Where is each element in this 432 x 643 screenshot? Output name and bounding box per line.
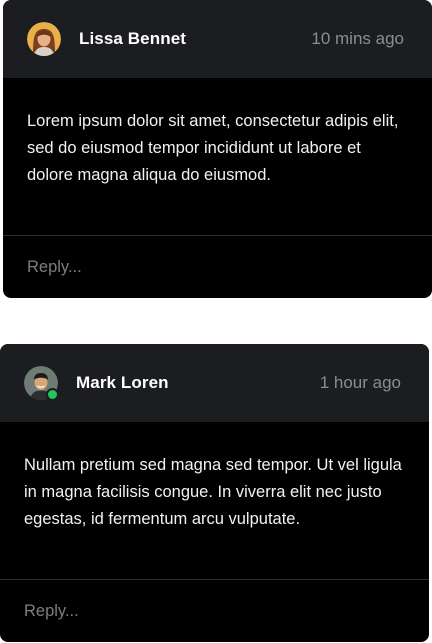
comment-card: Mark Loren 1 hour ago Nullam pretium sed… — [0, 344, 429, 642]
avatar[interactable] — [24, 366, 59, 401]
comment-author[interactable]: Lissa Bennet — [79, 29, 311, 49]
reply-area — [0, 580, 429, 642]
reply-input[interactable] — [27, 257, 408, 277]
comment-body: Nullam pretium sed magna sed tempor. Ut … — [24, 456, 402, 528]
woman-avatar-icon — [27, 22, 61, 56]
comment-timestamp: 10 mins ago — [311, 29, 404, 48]
comment-header: Lissa Bennet 10 mins ago — [3, 0, 432, 78]
comment-author[interactable]: Mark Loren — [76, 373, 320, 393]
reply-area — [3, 236, 432, 298]
comment-body: Lorem ipsum dolor sit amet, consectetur … — [27, 112, 399, 184]
comment-timestamp: 1 hour ago — [319, 373, 401, 392]
comment-card: Lissa Bennet 10 mins ago Lorem ipsum dol… — [3, 0, 432, 298]
reply-input[interactable] — [24, 601, 405, 621]
avatar[interactable] — [27, 22, 61, 56]
comment-header: Mark Loren 1 hour ago — [0, 344, 429, 422]
online-status-indicator — [46, 388, 59, 401]
